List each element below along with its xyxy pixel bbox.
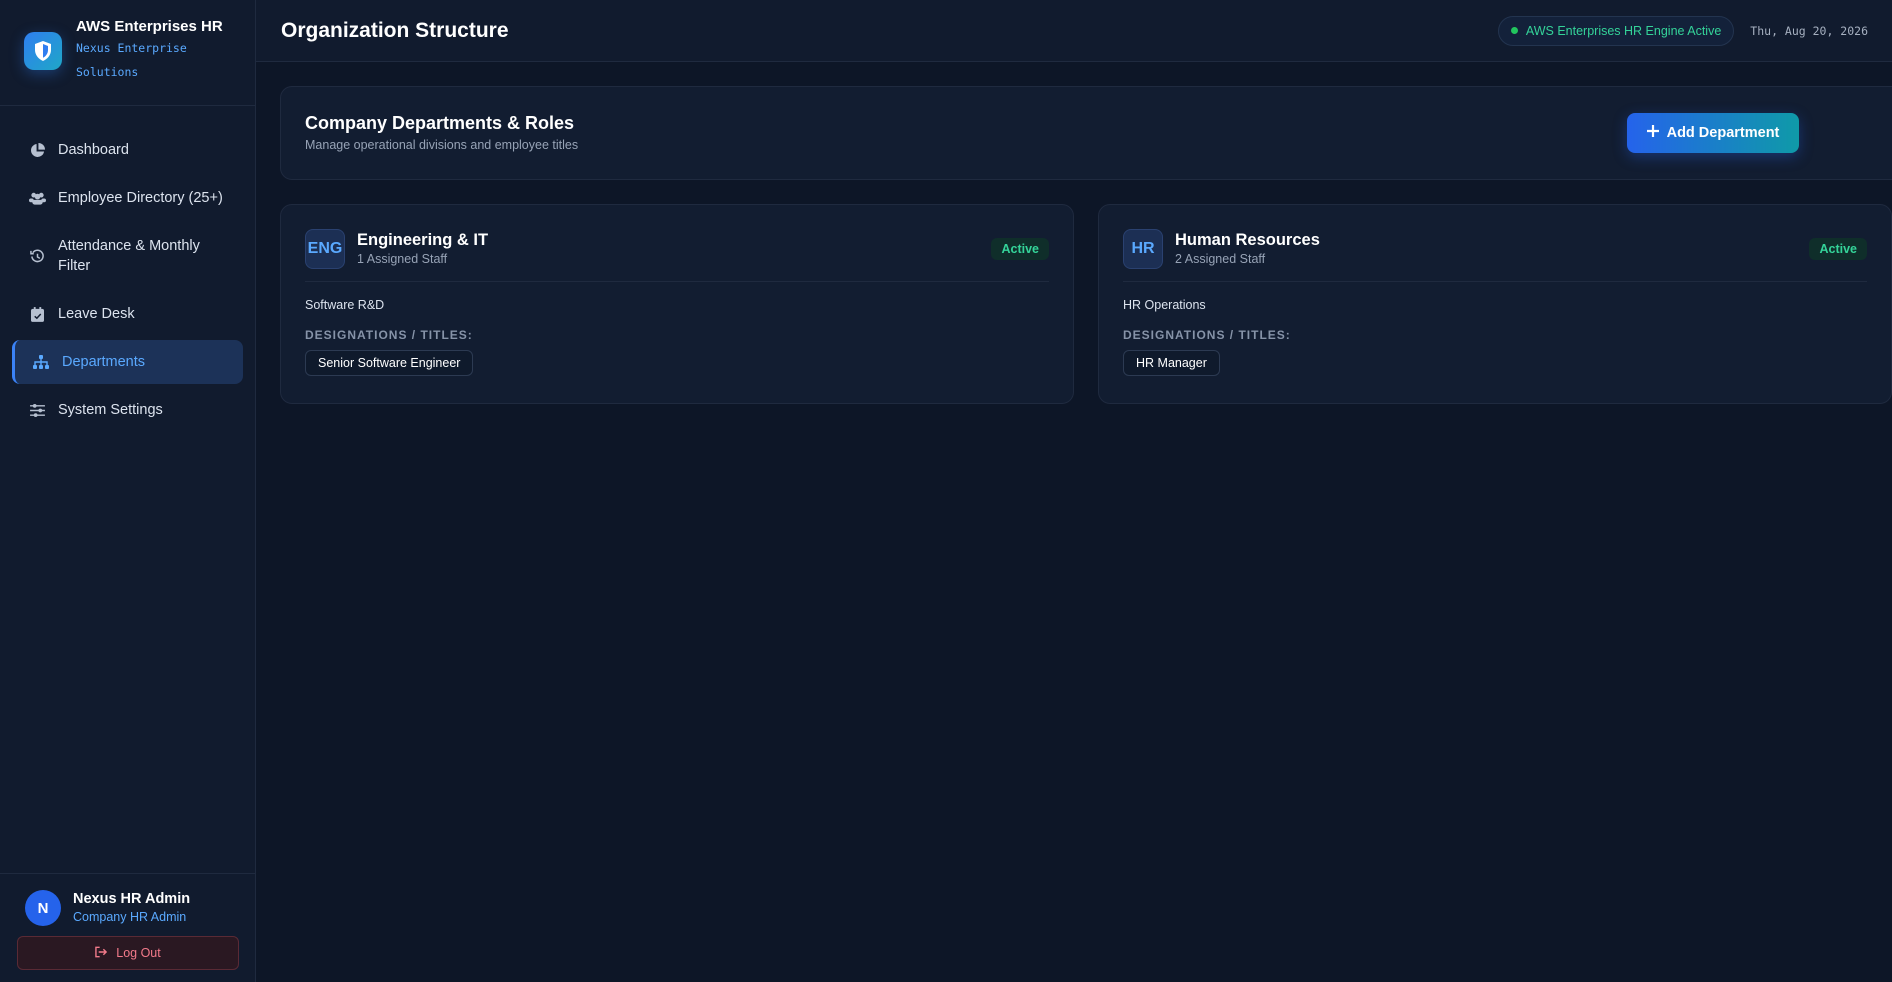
sidebar-item-label: System Settings	[58, 402, 163, 418]
department-header: ENG Engineering & IT 1 Assigned Staff Ac…	[305, 229, 1049, 282]
sidebar-item-leave-desk[interactable]: Leave Desk	[12, 292, 243, 336]
designations-label: DESIGNATIONS / TITLES:	[305, 328, 473, 342]
add-department-button[interactable]: Add Department	[1627, 113, 1799, 153]
page-title: Organization Structure	[281, 18, 509, 42]
sitemap-icon	[32, 355, 50, 369]
sidebar-nav: Dashboard Employee Directory (25+) Atten…	[0, 106, 255, 454]
department-staff-count: 2 Assigned Staff	[1175, 252, 1266, 266]
status-dot-icon	[1510, 27, 1518, 34]
logout-button[interactable]: Log Out	[17, 936, 239, 970]
brand-subtitle: Nexus Enterprise Solutions	[76, 41, 187, 79]
add-department-label: Add Department	[1666, 125, 1780, 141]
department-card: HR Human Resources 2 Assigned Staff Acti…	[1098, 204, 1892, 404]
sidebar-item-system-settings[interactable]: System Settings	[12, 388, 243, 432]
user-panel: N Nexus HR Admin Company HR Admin Log Ou…	[0, 873, 255, 982]
designation-tag: HR Manager	[1123, 350, 1220, 376]
status-badge: Active	[1809, 238, 1867, 260]
engine-status-badge: AWS Enterprises HR Engine Active	[1497, 15, 1735, 46]
department-name: Engineering & IT	[357, 231, 489, 249]
designations-label: DESIGNATIONS / TITLES:	[1123, 328, 1291, 342]
status-badge: Active	[991, 238, 1049, 260]
user-name: Nexus HR Admin	[73, 891, 191, 907]
engine-status-text: AWS Enterprises HR Engine Active	[1525, 23, 1722, 38]
department-name: Human Resources	[1175, 231, 1320, 249]
sidebar-item-dashboard[interactable]: Dashboard	[12, 128, 243, 172]
main-area: Organization Structure AWS Enterprises H…	[256, 0, 1892, 982]
current-date: Thu, Aug 20, 2026	[1750, 23, 1868, 38]
department-code-badge: HR	[1123, 229, 1163, 269]
section-subtitle: Manage operational divisions and employe…	[305, 138, 579, 152]
sidebar-item-label: Employee Directory (25+)	[58, 190, 223, 206]
shield-logo-icon	[24, 32, 62, 70]
designation-tag: Senior Software Engineer	[305, 350, 474, 376]
designation-tags: HR Manager	[1123, 350, 1867, 376]
avatar: N	[25, 890, 61, 926]
brand-title: AWS Enterprises HR	[76, 18, 223, 35]
sidebar: AWS Enterprises HR Nexus Enterprise Solu…	[0, 0, 256, 982]
department-card: ENG Engineering & IT 1 Assigned Staff Ac…	[280, 204, 1074, 404]
department-description: HR Operations	[1123, 298, 1206, 312]
designation-tags: Senior Software Engineer	[305, 350, 1049, 376]
history-icon	[28, 249, 46, 264]
departments-grid: ENG Engineering & IT 1 Assigned Staff Ac…	[280, 204, 1892, 404]
sign-out-icon	[95, 946, 108, 961]
plus-icon	[1646, 125, 1659, 141]
sidebar-item-attendance[interactable]: Attendance & Monthly Filter	[12, 224, 243, 288]
department-header: HR Human Resources 2 Assigned Staff Acti…	[1123, 229, 1867, 282]
content: Company Departments & Roles Manage opera…	[256, 62, 1892, 404]
department-description: Software R&D	[305, 298, 385, 312]
topbar: Organization Structure AWS Enterprises H…	[256, 0, 1892, 62]
user-role: Company HR Admin	[73, 910, 187, 924]
user-profile: N Nexus HR Admin Company HR Admin	[25, 890, 238, 926]
sidebar-item-label: Dashboard	[58, 142, 129, 158]
brand: AWS Enterprises HR Nexus Enterprise Solu…	[0, 0, 255, 106]
department-staff-count: 1 Assigned Staff	[357, 252, 448, 266]
sidebar-item-label: Attendance & Monthly Filter	[58, 238, 200, 274]
sidebar-item-label: Leave Desk	[58, 306, 135, 322]
calendar-check-icon	[28, 306, 46, 322]
department-code-badge: ENG	[305, 229, 345, 269]
departments-header-card: Company Departments & Roles Manage opera…	[280, 86, 1892, 180]
section-title: Company Departments & Roles	[305, 113, 575, 133]
logout-label: Log Out	[116, 946, 161, 960]
sidebar-item-employee-directory[interactable]: Employee Directory (25+)	[12, 176, 243, 220]
sidebar-item-departments[interactable]: Departments	[12, 340, 243, 384]
sliders-icon	[28, 403, 46, 417]
users-icon	[28, 191, 46, 205]
pie-chart-icon	[28, 142, 46, 158]
app-root: AWS Enterprises HR Nexus Enterprise Solu…	[0, 0, 1892, 982]
sidebar-item-label: Departments	[62, 354, 146, 370]
